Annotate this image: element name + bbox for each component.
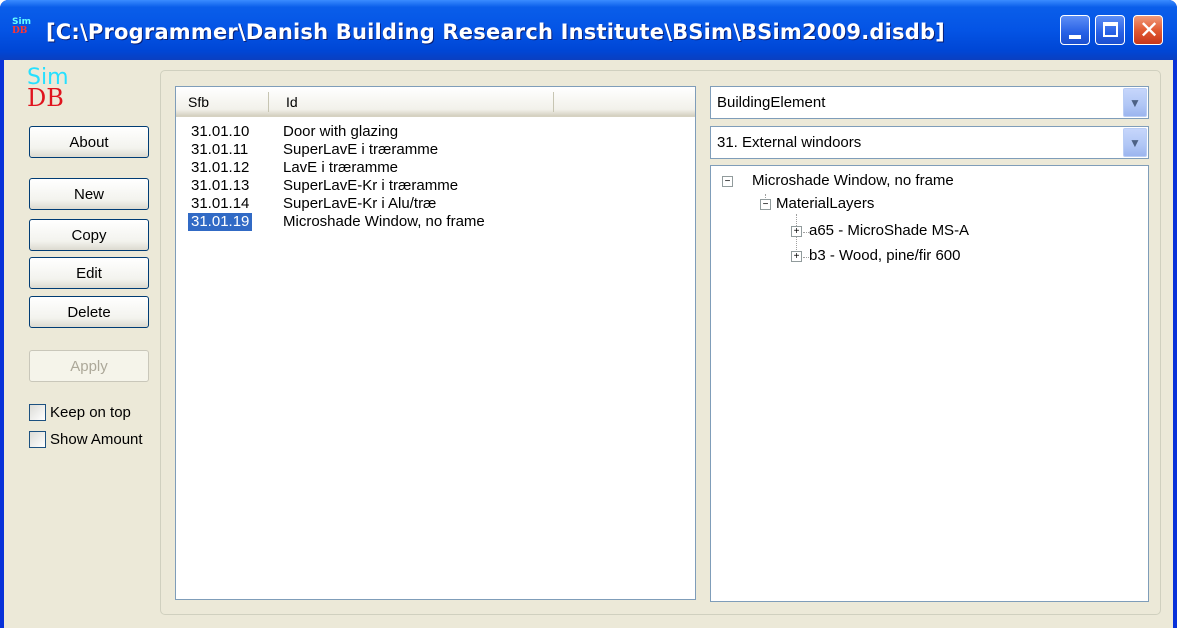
row-id: Microshade Window, no frame: [283, 213, 485, 230]
tree-node-root[interactable]: Microshade Window, no frame: [752, 171, 954, 191]
collapse-icon[interactable]: −: [760, 199, 771, 210]
edit-button[interactable]: Edit: [29, 257, 149, 289]
simdb-logo: Sim DB: [27, 67, 69, 112]
expand-icon[interactable]: +: [791, 251, 802, 262]
show-amount-checkbox[interactable]: [29, 430, 46, 448]
row-sfb: 31.01.19: [188, 213, 253, 231]
copy-button[interactable]: Copy: [29, 219, 149, 251]
app-icon[interactable]: Sim DB: [12, 18, 36, 42]
column-divider[interactable]: [553, 92, 554, 112]
app-icon-db: DB: [12, 26, 28, 36]
column-divider[interactable]: [268, 92, 269, 112]
keep-on-top-label: Keep on top: [50, 403, 131, 421]
row-id: Door with glazing: [283, 123, 399, 140]
element-type-value: BuildingElement: [717, 94, 826, 111]
keep-on-top-option[interactable]: Keep on top: [29, 401, 131, 423]
minimize-button[interactable]: [1060, 15, 1090, 45]
tree-node-material-layers[interactable]: MaterialLayers: [776, 194, 874, 214]
keep-on-top-checkbox[interactable]: [29, 403, 46, 421]
row-sfb: 31.01.13: [191, 177, 250, 194]
application-window: Sim DB [C:\Programmer\Danish Building Re…: [0, 0, 1177, 628]
show-amount-option[interactable]: Show Amount: [29, 428, 143, 450]
row-sfb: 31.01.11: [191, 141, 249, 158]
title-bar[interactable]: Sim DB [C:\Programmer\Danish Building Re…: [0, 0, 1177, 60]
tree-node-leaf[interactable]: a65 - MicroShade MS-A: [809, 221, 969, 241]
element-list[interactable]: Sfb Id 31.01.10 Door with glazing 31.01.…: [175, 86, 696, 600]
tree-node-leaf[interactable]: b3 - Wood, pine/fir 600: [809, 246, 960, 266]
row-id: SuperLavE-Kr i træramme: [283, 177, 459, 194]
row-sfb: 31.01.10: [191, 123, 250, 140]
new-button[interactable]: New: [29, 178, 149, 210]
delete-button[interactable]: Delete: [29, 296, 149, 328]
show-amount-label: Show Amount: [50, 430, 143, 448]
apply-button[interactable]: Apply: [29, 350, 149, 382]
logo-db: DB: [27, 84, 64, 112]
category-select[interactable]: 31. External windoors ▼: [710, 126, 1149, 159]
list-header: Sfb Id: [176, 87, 695, 117]
chevron-down-icon[interactable]: ▼: [1123, 88, 1147, 117]
row-sfb: 31.01.12: [191, 159, 250, 176]
row-sfb: 31.01.14: [191, 195, 250, 212]
about-button[interactable]: About: [29, 126, 149, 158]
element-type-select[interactable]: BuildingElement ▼: [710, 86, 1149, 119]
maximize-button[interactable]: [1095, 15, 1125, 45]
chevron-down-icon[interactable]: ▼: [1123, 128, 1147, 157]
element-tree[interactable]: − Microshade Window, no frame − Material…: [710, 165, 1149, 602]
close-icon: ✕: [1139, 16, 1160, 44]
column-header-id[interactable]: Id: [286, 94, 298, 110]
row-id: LavE i træramme: [283, 159, 399, 176]
maximize-icon: [1103, 22, 1118, 37]
row-id: SuperLavE i træramme: [283, 141, 439, 158]
column-header-sfb[interactable]: Sfb: [188, 94, 209, 110]
minimize-icon: [1069, 35, 1081, 39]
collapse-icon[interactable]: −: [722, 176, 733, 187]
close-button[interactable]: ✕: [1133, 15, 1163, 45]
window-title: [C:\Programmer\Danish Building Research …: [46, 20, 945, 44]
category-value: 31. External windoors: [717, 134, 862, 151]
row-id: SuperLavE-Kr i Alu/træ: [283, 195, 437, 212]
client-area: Sim DB About New Copy Edit Delete Apply …: [4, 60, 1173, 628]
expand-icon[interactable]: +: [791, 226, 802, 237]
